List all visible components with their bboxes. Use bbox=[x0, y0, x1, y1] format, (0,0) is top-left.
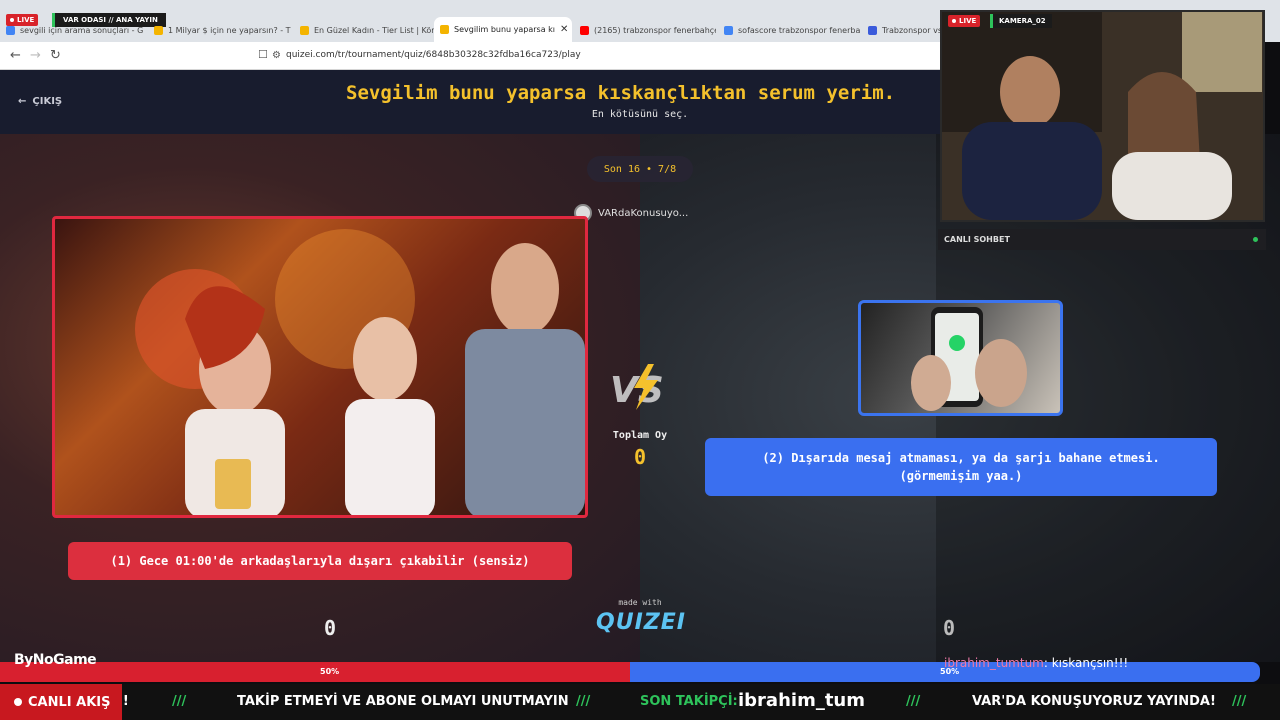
quizei-icon bbox=[300, 25, 309, 35]
browser-tab[interactable]: sofascore trabzonspor fenerbahçe bbox=[718, 19, 860, 41]
arrow-left-icon: ← bbox=[18, 96, 27, 107]
ticker-separator: /// bbox=[172, 694, 187, 709]
ticker-follower-label: SON TAKİPÇİ: bbox=[640, 694, 738, 709]
browser-tab[interactable]: sevgili için arama sonuçları - G bbox=[0, 19, 146, 41]
vote-percent-left: 50% bbox=[320, 667, 340, 676]
exit-button[interactable]: ← ÇIKIŞ bbox=[18, 96, 62, 107]
back-arrow-icon[interactable]: ← bbox=[10, 48, 21, 63]
quiz-title: Sevgilim bunu yaparsa kıskançlıktan seru… bbox=[346, 82, 896, 104]
google-icon bbox=[6, 25, 15, 35]
cam-live-badge: LIVE bbox=[948, 15, 981, 27]
versus-icon: VS bbox=[610, 364, 664, 411]
webcam-feed bbox=[940, 10, 1265, 222]
option-1-image[interactable] bbox=[52, 216, 588, 518]
option-2-line-1: (2) Dışarıda mesaj atmaması, ya da şarjı… bbox=[762, 451, 1160, 465]
browser-tab[interactable]: Trabzonspor vs Fe bbox=[862, 19, 940, 41]
option-2-line-2: (görmemişim yaa.) bbox=[899, 469, 1023, 483]
close-tab-icon[interactable]: ✕ bbox=[560, 24, 568, 35]
ticker-separator: /// bbox=[576, 694, 591, 709]
made-with-label: made with bbox=[618, 598, 662, 607]
ticker-message-2: VAR'DA KONUŞUYORUZ YAYINDA! bbox=[972, 694, 1216, 709]
address-bar: ← → ↻ ☐ ⚙ quizei.com/tr/tournament/quiz/… bbox=[0, 42, 940, 70]
phone-photo bbox=[911, 307, 1027, 411]
ticker-message-1: TAKİP ETMEYİ VE ABONE OLMAYI UNUTMAYIN bbox=[237, 694, 569, 709]
ticker-follower-name: ibrahim_tum bbox=[738, 690, 865, 711]
quizei-icon bbox=[154, 25, 163, 35]
forward-arrow-icon[interactable]: → bbox=[30, 48, 41, 63]
online-dot-icon bbox=[1253, 237, 1258, 242]
option-2-image[interactable] bbox=[858, 300, 1063, 416]
user-chip: VARdaKonusuyo... bbox=[574, 202, 688, 224]
total-votes-value: 0 bbox=[633, 445, 647, 469]
url-field[interactable]: quizei.com/tr/tournament/quiz/6848b30328… bbox=[286, 50, 581, 60]
browser-tab[interactable]: (2165) trabzonspor fenerbahçe bbox=[574, 19, 716, 41]
party-photo bbox=[135, 229, 585, 515]
live-dot-icon bbox=[14, 698, 22, 706]
browser-tab[interactable]: En Güzel Kadın - Tier List | Kör bbox=[294, 19, 434, 41]
bookmark-icon[interactable]: ☐ bbox=[258, 48, 268, 61]
news-ticker: N! CANLI AKIŞ /// TAKİP ETMEYİ VE ABONE … bbox=[0, 684, 1280, 720]
svg-text:VS: VS bbox=[610, 370, 664, 411]
round-indicator: Son 16 • 7/8 bbox=[587, 156, 693, 182]
youtube-icon bbox=[580, 25, 589, 35]
quizei-logo[interactable]: QUIZEI bbox=[596, 610, 685, 635]
site-info-icon[interactable]: ⚙ bbox=[272, 50, 281, 61]
option-1-score: 0 bbox=[323, 616, 337, 640]
option-1-button[interactable]: (1) Gece 01:00'de arkadaşlarıyla dışarı … bbox=[68, 542, 572, 580]
cam-label: KAMERA_02 bbox=[990, 14, 1052, 28]
sponsor-logo: ByNoGame bbox=[14, 652, 97, 668]
chat-username: ibrahim_tumtum bbox=[944, 656, 1044, 670]
browser-tab-active[interactable]: Sevgilim bunu yaparsa kı ✕ bbox=[434, 17, 572, 42]
reload-icon[interactable]: ↻ bbox=[50, 48, 61, 63]
quiz-header: ← ÇIKIŞ Sevgilim bunu yaparsa kıskançlıkt… bbox=[0, 70, 940, 134]
chat-text: : kıskançsın!!! bbox=[1043, 656, 1129, 670]
option-2-button[interactable]: (2) Dışarıda mesaj atmaması, ya da şarjı… bbox=[705, 438, 1217, 496]
ticker-separator: /// bbox=[1232, 694, 1247, 709]
chat-header: CANLI SOHBET bbox=[938, 229, 1266, 250]
option-2-score: 0 bbox=[942, 616, 956, 640]
webcam-image bbox=[942, 12, 1263, 220]
total-votes-label: Toplam Oy bbox=[612, 430, 668, 441]
ticker-live-label: CANLI AKIŞ bbox=[0, 684, 122, 720]
chat-message: ibrahim_tumtum: kıskançsın!!! bbox=[944, 656, 1128, 670]
google-icon bbox=[724, 25, 733, 35]
browser-tab[interactable]: 1 Milyar $ için ne yaparsın? - T bbox=[148, 19, 292, 41]
ticker-separator: /// bbox=[906, 694, 921, 709]
site-icon bbox=[868, 25, 877, 35]
quizei-icon bbox=[440, 25, 449, 34]
